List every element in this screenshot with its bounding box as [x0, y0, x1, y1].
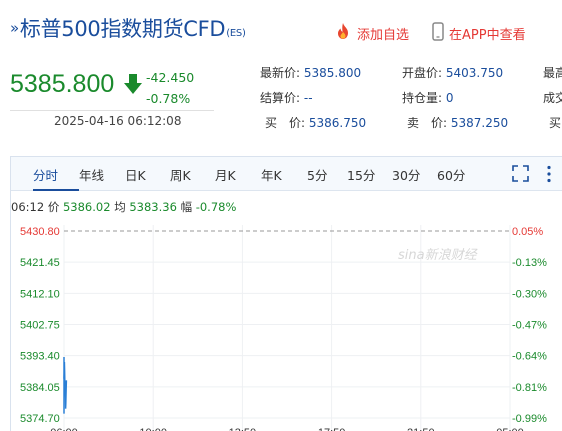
active-tab-underline — [33, 189, 79, 191]
x-tick-label: 06:00 — [50, 427, 78, 431]
add-favorite-label: 添加自选 — [357, 27, 410, 43]
field-open: 开盘价: 5403.750 — [402, 66, 504, 80]
tab-monthly-k[interactable]: 月K — [215, 165, 236, 184]
x-tick-label: 21:50 — [407, 427, 435, 431]
view-in-app-button[interactable]: 在APP中查看 — [432, 22, 526, 45]
tab-yearly-k[interactable]: 年K — [261, 165, 282, 184]
more-options-icon[interactable] — [546, 165, 552, 187]
info-price-label: 价 — [47, 200, 60, 214]
x-tick-label: 13:50 — [229, 427, 257, 431]
tab-year-line[interactable]: 年线 — [79, 165, 104, 184]
price-change: -42.450 — [146, 70, 195, 85]
fullscreen-icon[interactable] — [512, 165, 529, 186]
pct-tick-label: -0.81% — [512, 382, 547, 394]
info-range-label: 幅 — [180, 200, 193, 214]
pct-tick-label: 0.05% — [512, 226, 543, 238]
pct-tick-label: -0.30% — [512, 288, 547, 300]
view-in-app-label: 在APP中查看 — [449, 28, 526, 43]
y-tick-label: 5421.45 — [20, 257, 60, 269]
field-open-interest: 持仓量: 0 — [402, 91, 454, 105]
sina-finance-watermark: sina新浪财经 — [398, 248, 477, 263]
y-tick-label: 5402.75 — [20, 320, 60, 332]
y-tick-label: 5384.05 — [20, 382, 60, 394]
field-buy: 买 价: 5386.750 — [265, 116, 367, 130]
tab-60min[interactable]: 60分 — [437, 165, 465, 184]
pct-tick-label: -0.13% — [512, 257, 547, 269]
flame-icon — [334, 22, 352, 44]
field-sell: 卖 价: 5387.250 — [407, 116, 509, 130]
field-settle: 结算价: -- — [260, 91, 313, 105]
pct-tick-label: -0.99% — [512, 413, 547, 425]
pct-tick-label: -0.64% — [512, 351, 547, 363]
quote-header: »标普500指数期货CFD(ES) 添加自选 在APP中查看 — [0, 0, 562, 52]
info-avg-label: 均 — [114, 200, 126, 214]
last-price: 5385.800 — [10, 70, 115, 98]
y-tick-label: 5412.10 — [20, 288, 60, 300]
quote-datetime: 2025-04-16 06:12:08 — [54, 114, 182, 128]
info-pct: -0.78% — [195, 200, 237, 214]
intraday-chart[interactable]: 5430.80 0.05% 5421.45 -0.13% 5412.10 -0.30% 54… — [0, 220, 562, 431]
phone-icon — [432, 22, 444, 45]
price-change-block: -42.450 -0.78% — [146, 67, 194, 109]
pct-tick-label: -0.47% — [512, 320, 547, 332]
tab-daily-k[interactable]: 日K — [125, 165, 146, 184]
y-tick-label: 5430.80 — [20, 226, 60, 238]
price-change-pct: -0.78% — [146, 91, 191, 106]
x-tick-label: 10:00 — [139, 427, 167, 431]
y-tick-label: 5374.70 — [20, 413, 60, 425]
chevron-right-icon: » — [10, 19, 19, 37]
info-avg: 5383.36 — [129, 200, 177, 214]
x-tick-label: 05:00 — [496, 427, 524, 431]
tab-30min[interactable]: 30分 — [392, 165, 420, 184]
y-tick-label: 5393.40 — [20, 351, 60, 363]
tab-intraday[interactable]: 分时 — [33, 165, 58, 184]
down-arrow-icon — [123, 73, 143, 99]
add-favorite-button[interactable]: 添加自选 — [334, 22, 409, 44]
field-latest: 最新价: 5385.800 — [260, 66, 362, 80]
period-tab-bar: 分时 年线 日K 周K 月K 年K 5分 15分 30分 60分 — [11, 157, 562, 191]
tab-15min[interactable]: 15分 — [347, 165, 375, 184]
x-tick-label: 17:50 — [318, 427, 346, 431]
crosshair-info: 06:12 价 5386.02 均 5383.36 幅 -0.78% — [11, 199, 236, 215]
field-volume-label: 成交 — [543, 91, 562, 105]
instrument-title: »标普500指数期货CFD(ES) — [10, 13, 246, 43]
tab-weekly-k[interactable]: 周K — [170, 165, 191, 184]
tab-5min[interactable]: 5分 — [307, 165, 327, 184]
instrument-name: 标普500指数期货CFD — [19, 17, 226, 41]
info-time: 06:12 — [11, 200, 45, 214]
instrument-code: (ES) — [226, 28, 246, 39]
divider — [10, 110, 214, 111]
field-high-label: 最高 — [543, 66, 562, 80]
info-price: 5386.02 — [62, 200, 111, 214]
field-buy-label: 买 — [549, 116, 562, 130]
